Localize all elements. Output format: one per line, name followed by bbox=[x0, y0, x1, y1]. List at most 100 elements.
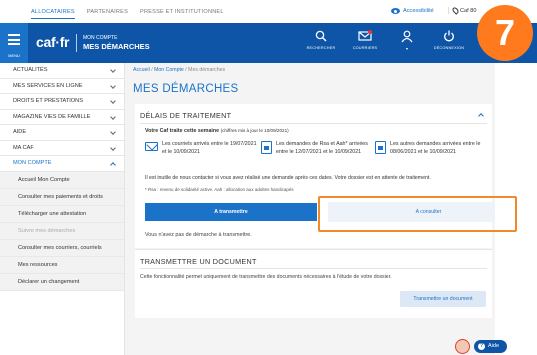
breadcrumb-mon-compte[interactable]: Mon Compte bbox=[154, 67, 184, 73]
a-transmettre-tab[interactable]: A transmettre bbox=[145, 203, 317, 221]
header-divider bbox=[76, 34, 77, 52]
eye-icon bbox=[391, 8, 400, 14]
search-icon bbox=[301, 29, 341, 43]
logout-button[interactable]: DÉCONNEXION bbox=[429, 29, 469, 50]
sidebar-item-label: DROITS ET PRESTATIONS bbox=[13, 98, 83, 104]
delais-autres: Les autres demandes arrivées entre le 08… bbox=[375, 141, 487, 156]
logout-label: DÉCONNEXION bbox=[433, 46, 465, 50]
top-utility-bar: ALLOCATAIRES PARTENAIRES PRESSE ET INSTI… bbox=[0, 0, 537, 23]
chevron-up-icon bbox=[110, 162, 116, 168]
aide-button[interactable]: ? Aide bbox=[474, 340, 508, 353]
submenu-item-ressources[interactable]: Mes ressources bbox=[0, 257, 124, 274]
delais-note: Il est inutile de nous contacter si vous… bbox=[145, 175, 431, 181]
profile-chevron-icon: ▾ bbox=[405, 47, 409, 51]
submenu-item-accueil[interactable]: Accueil Mon Compte bbox=[0, 172, 124, 189]
delais-title: DÉLAIS DE TRAITEMENT bbox=[140, 111, 232, 120]
sidebar-item-aide[interactable]: AIDE bbox=[0, 125, 124, 141]
main-header: MENU caf·fr MON COMPTE MES DÉMARCHES REC… bbox=[0, 23, 537, 63]
header-account-label: MON COMPTE bbox=[83, 35, 118, 41]
envelope-icon bbox=[145, 142, 158, 151]
user-icon bbox=[387, 29, 427, 43]
highlight-box bbox=[318, 196, 517, 232]
profile-button[interactable]: ▾ bbox=[387, 29, 427, 51]
help-widget[interactable]: ? Aide bbox=[455, 339, 508, 354]
breadcrumb-current: Mes démarches bbox=[188, 67, 226, 73]
menu-button[interactable]: MENU bbox=[0, 23, 28, 63]
menu-label: MENU bbox=[8, 53, 20, 58]
caf-location-link[interactable]: Caf 80 bbox=[448, 6, 477, 15]
sidebar-item-label: ACTUALITÉS bbox=[13, 67, 48, 73]
accessibility-link[interactable]: Accessibilité bbox=[391, 8, 434, 14]
sidebar-item-magazine[interactable]: MAGAZINE VIES DE FAMILLE bbox=[0, 110, 124, 125]
transmettre-title: TRANSMETTRE UN DOCUMENT bbox=[140, 257, 257, 266]
link-presse[interactable]: PRESSE ET INSTITUTIONNEL bbox=[140, 9, 224, 19]
link-partenaires[interactable]: PARTENAIRES bbox=[87, 9, 128, 19]
assistant-avatar bbox=[455, 339, 470, 354]
aide-label: Aide bbox=[488, 343, 500, 349]
chevron-down-icon bbox=[110, 144, 116, 151]
sidebar-item-droits[interactable]: DROITS ET PRESTATIONS bbox=[0, 94, 124, 110]
empty-demarches-message: Vous n'avez pas de démarche à transmettr… bbox=[145, 232, 252, 238]
divider bbox=[140, 123, 487, 124]
header-page-label: MES DÉMARCHES bbox=[83, 42, 150, 51]
transmettre-card: TRANSMETTRE UN DOCUMENT Cette fonctionna… bbox=[135, 249, 492, 318]
chevron-down-icon bbox=[110, 67, 116, 73]
link-allocataires[interactable]: ALLOCATAIRES bbox=[31, 9, 75, 19]
delais-rsa-aah: Les demandes de Rsa et Aah* arrivées ent… bbox=[261, 141, 373, 156]
sidebar-item-ma-caf[interactable]: MA CAF bbox=[0, 141, 124, 156]
chevron-up-icon[interactable] bbox=[478, 113, 484, 119]
delais-subtitle-bold: Votre Caf traite cette semaine bbox=[145, 128, 220, 134]
page-title: MES DÉMARCHES bbox=[133, 83, 239, 95]
delais-update-date: (chiffres mis à jour le 10/09/2021) bbox=[220, 128, 289, 133]
delais-footnote: * Rsa : revenu de solidarité active. Aah… bbox=[145, 187, 294, 192]
power-icon bbox=[429, 29, 469, 43]
transmettre-document-button[interactable]: Transmettre un document bbox=[400, 291, 486, 307]
sidebar-item-label: MAGAZINE VIES DE FAMILLE bbox=[13, 113, 91, 120]
delais-autres-text: Les autres demandes arrivées entre le 08… bbox=[390, 141, 481, 155]
submenu-item-demarches: Suivre mes démarches bbox=[0, 223, 124, 240]
submenu-item-attestation[interactable]: Télécharger une attestation bbox=[0, 206, 124, 223]
search-button[interactable]: RECHERCHER bbox=[301, 29, 341, 50]
hamburger-icon bbox=[8, 34, 20, 48]
submenu-item-changement[interactable]: Déclarer un changement bbox=[0, 274, 124, 291]
delais-rsa-text: Les demandes de Rsa et Aah* arrivées ent… bbox=[276, 141, 368, 155]
sidebar-item-services[interactable]: MES SERVICES EN LIGNE bbox=[0, 79, 124, 94]
audience-links: ALLOCATAIRES PARTENAIRES PRESSE ET INSTI… bbox=[31, 9, 224, 19]
sidebar-item-label: MES SERVICES EN LIGNE bbox=[13, 82, 83, 89]
sidebar-item-label: MA CAF bbox=[13, 144, 34, 151]
submenu-item-courriers[interactable]: Consulter mes courriers, courriels bbox=[0, 240, 124, 257]
divider bbox=[140, 268, 487, 269]
breadcrumb: Accueil / Mon Compte / Mes démarches bbox=[133, 67, 225, 73]
sidebar-item-mon-compte[interactable]: MON COMPTE bbox=[0, 156, 124, 172]
accessibility-label: Accessibilité bbox=[403, 8, 434, 14]
breadcrumb-separator: / bbox=[151, 67, 153, 73]
sidebar-nav: ACTUALITÉS MES SERVICES EN LIGNE DROITS … bbox=[0, 63, 125, 355]
location-label: Caf 80 bbox=[460, 7, 477, 14]
chevron-down-icon bbox=[110, 129, 116, 135]
document-icon bbox=[261, 141, 272, 154]
sidebar-submenu: Accueil Mon Compte Consulter mes paiemen… bbox=[0, 171, 124, 291]
question-icon: ? bbox=[478, 343, 485, 350]
mail-label: COURRIERS bbox=[352, 46, 378, 50]
caf-logo[interactable]: caf·fr bbox=[36, 34, 70, 50]
chevron-down-icon bbox=[110, 98, 116, 104]
breadcrumb-separator: / bbox=[185, 67, 187, 73]
delais-courriels-text: Les courriels arrivés entre le 19/07/202… bbox=[162, 141, 257, 155]
step-badge: 7 bbox=[477, 5, 533, 61]
sidebar-item-label: MON COMPTE bbox=[13, 160, 52, 166]
mail-icon bbox=[345, 29, 385, 43]
map-pin-icon bbox=[451, 6, 460, 15]
chevron-down-icon bbox=[110, 82, 116, 89]
document-icon bbox=[375, 141, 386, 154]
mail-button[interactable]: COURRIERS bbox=[345, 29, 385, 50]
header-section-title: MON COMPTE MES DÉMARCHES bbox=[83, 35, 150, 51]
transmettre-description: Cette fonctionnalité permet uniquement d… bbox=[140, 274, 392, 280]
sidebar-item-label: AIDE bbox=[13, 129, 27, 135]
delais-subtitle: Votre Caf traite cette semaine (chiffres… bbox=[145, 128, 289, 134]
search-label: RECHERCHER bbox=[306, 46, 336, 50]
delais-courriels: Les courriels arrivés entre le 19/07/202… bbox=[145, 141, 257, 156]
submenu-item-paiements[interactable]: Consulter mes paiements et droits bbox=[0, 189, 124, 206]
chevron-down-icon bbox=[110, 113, 116, 120]
sidebar-item-actualites[interactable]: ACTUALITÉS bbox=[0, 63, 124, 79]
breadcrumb-accueil[interactable]: Accueil bbox=[133, 67, 150, 73]
